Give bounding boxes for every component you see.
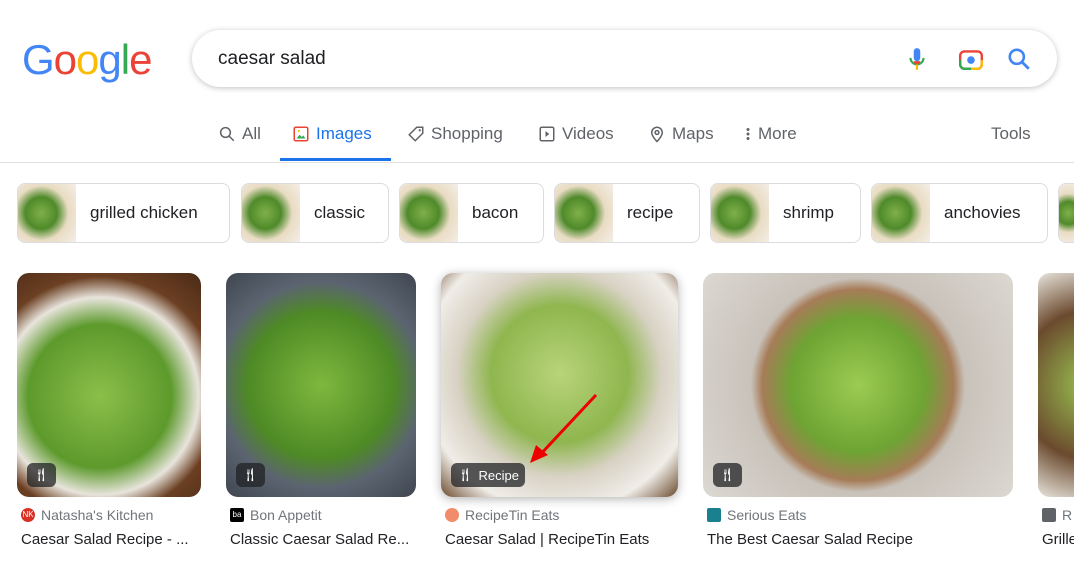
chip-label: recipe <box>627 203 674 222</box>
result-source[interactable]: NK Natasha's Kitchen <box>21 507 153 523</box>
result-image[interactable] <box>1038 273 1074 497</box>
image-icon <box>293 126 309 142</box>
chip-label: bacon <box>472 203 519 222</box>
search-input[interactable] <box>218 47 858 70</box>
result-card[interactable]: 🍴︎ Recipe RecipeTin Eats Caesar Salad | R… <box>441 273 678 548</box>
result-card[interactable]: 🍴︎ ba Bon Appetit Classic Caesar Salad Re… <box>226 273 416 548</box>
favicon-icon: ba <box>230 508 244 522</box>
fork-knife-icon: 🍴︎ <box>719 467 736 482</box>
tab-label: All <box>242 124 261 143</box>
result-image[interactable]: 🍴︎ <box>703 273 1013 497</box>
chip-grilled-chicken[interactable]: grilled chicken <box>17 183 230 243</box>
tab-label: Images <box>316 124 372 143</box>
tab-label: Videos <box>562 124 614 143</box>
result-title[interactable]: Classic Caesar Salad Re... <box>230 531 420 548</box>
search-tabs: All Images Shopping Videos Maps More Too… <box>0 112 1074 163</box>
chip-shrimp[interactable]: shrimp <box>710 183 861 243</box>
tools-button[interactable]: Tools <box>991 124 1031 144</box>
play-icon <box>539 126 555 142</box>
google-logo[interactable]: Google <box>22 36 152 84</box>
active-tab-indicator <box>280 158 391 161</box>
recipe-badge: 🍴︎ <box>236 463 265 487</box>
result-card[interactable]: 🍴︎ NK Natasha's Kitchen Caesar Salad Reci… <box>17 273 201 548</box>
recipe-badge: 🍴︎ Recipe <box>451 463 525 487</box>
tab-maps[interactable]: Maps <box>648 124 714 144</box>
chip-label: anchovies <box>944 203 1021 222</box>
chip-thumbnail <box>711 184 769 242</box>
chip-thumbnail <box>242 184 300 242</box>
badge-label: Recipe <box>478 467 519 483</box>
tools-label: Tools <box>991 124 1031 143</box>
chip-thumbnail <box>872 184 930 242</box>
chip-classic[interactable]: classic <box>241 183 389 243</box>
source-label: RecipeTin Eats <box>465 507 560 523</box>
result-image[interactable]: 🍴︎ <box>17 273 201 497</box>
pin-icon <box>650 126 664 143</box>
result-title[interactable]: Grille <box>1042 531 1074 548</box>
favicon-icon <box>1042 508 1056 522</box>
chip-thumbnail <box>1059 184 1074 242</box>
tab-label: Shopping <box>431 124 503 143</box>
microphone-icon[interactable] <box>904 46 930 72</box>
tab-shopping[interactable]: Shopping <box>407 124 503 144</box>
result-image[interactable]: 🍴︎ Recipe <box>441 273 678 497</box>
chip-label: shrimp <box>783 203 835 222</box>
fork-knife-icon: 🍴︎ <box>457 467 474 482</box>
fork-knife-icon: 🍴︎ <box>242 467 259 482</box>
result-image[interactable]: 🍴︎ <box>226 273 416 497</box>
result-card[interactable]: R Grille <box>1038 273 1074 548</box>
favicon-icon <box>707 508 721 522</box>
chip-bacon[interactable]: bacon <box>399 183 544 243</box>
result-source[interactable]: R <box>1042 507 1072 523</box>
dots-vertical-icon <box>746 128 750 140</box>
result-card[interactable]: 🍴︎ Serious Eats The Best Caesar Salad Re… <box>703 273 1013 548</box>
chip-anchovies[interactable]: anchovies <box>871 183 1048 243</box>
chip-partial[interactable] <box>1058 183 1074 243</box>
tab-more[interactable]: More <box>744 124 797 144</box>
result-title[interactable]: Caesar Salad | RecipeTin Eats <box>445 531 682 548</box>
tab-all[interactable]: All <box>218 124 261 144</box>
source-label: Natasha's Kitchen <box>41 507 154 523</box>
source-label: R <box>1062 507 1073 523</box>
search-icon[interactable] <box>1006 46 1032 72</box>
recipe-badge: 🍴︎ <box>27 463 56 487</box>
fork-knife-icon: 🍴︎ <box>33 467 50 482</box>
tab-label: More <box>758 124 797 143</box>
search-box <box>192 30 1057 87</box>
chip-recipe[interactable]: recipe <box>554 183 700 243</box>
chip-thumbnail <box>400 184 458 242</box>
result-title[interactable]: The Best Caesar Salad Recipe <box>707 531 1017 548</box>
source-label: Bon Appetit <box>250 507 322 523</box>
tab-videos[interactable]: Videos <box>538 124 614 144</box>
chip-label: grilled chicken <box>90 203 198 222</box>
arrow-annotation <box>530 393 598 463</box>
tab-images[interactable]: Images <box>292 124 372 144</box>
tag-icon <box>408 126 424 142</box>
result-source[interactable]: ba Bon Appetit <box>230 507 322 523</box>
result-source[interactable]: RecipeTin Eats <box>445 507 559 523</box>
chip-thumbnail <box>555 184 613 242</box>
chip-label: classic <box>314 203 366 222</box>
tab-label: Maps <box>672 124 714 143</box>
chip-thumbnail <box>18 184 76 242</box>
camera-lens-icon[interactable] <box>958 46 984 72</box>
source-label: Serious Eats <box>727 507 807 523</box>
recipe-badge: 🍴︎ <box>713 463 742 487</box>
result-title[interactable]: Caesar Salad Recipe - ... <box>21 531 205 548</box>
result-source[interactable]: Serious Eats <box>707 507 806 523</box>
search-icon <box>219 126 235 142</box>
favicon-icon: NK <box>21 508 35 522</box>
favicon-icon <box>445 508 459 522</box>
